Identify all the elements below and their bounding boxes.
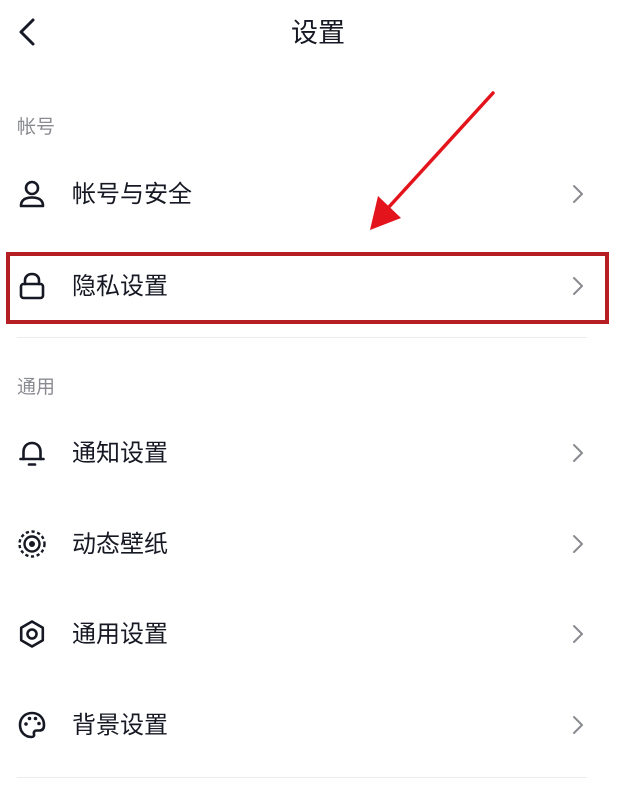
bell-icon [17, 438, 47, 468]
section-divider [17, 337, 587, 338]
settings-item-label: 动态壁纸 [72, 530, 168, 558]
settings-item-label: 背景设置 [72, 711, 168, 739]
settings-item-notifications[interactable]: 通知设置 [0, 421, 608, 485]
settings-item-account-security[interactable]: 帐号与安全 [0, 162, 608, 226]
palette-icon [17, 710, 47, 740]
section-label-general: 通用 [17, 376, 56, 398]
live-wallpaper-icon [17, 529, 47, 559]
chevron-right-icon [566, 441, 590, 465]
back-button[interactable] [6, 12, 50, 56]
settings-item-privacy[interactable]: 隐私设置 [0, 254, 608, 318]
chevron-right-icon [566, 182, 590, 206]
chevron-right-icon [566, 713, 590, 737]
chevron-left-icon [13, 17, 43, 51]
chevron-right-icon [566, 274, 590, 298]
settings-item-live-wallpaper[interactable]: 动态壁纸 [0, 512, 608, 576]
settings-item-label: 通知设置 [72, 439, 168, 467]
section-divider [17, 777, 587, 778]
settings-item-label: 通用设置 [72, 620, 168, 648]
settings-item-label: 帐号与安全 [72, 180, 192, 208]
user-icon [17, 179, 47, 209]
chevron-right-icon [566, 532, 590, 556]
page-title: 设置 [291, 18, 345, 49]
header: 设置 [0, 0, 636, 72]
lock-icon [17, 271, 47, 301]
settings-item-background[interactable]: 背景设置 [0, 693, 608, 757]
settings-item-general[interactable]: 通用设置 [0, 602, 608, 666]
annotation-arrow [370, 91, 495, 230]
gear-icon [17, 619, 47, 649]
settings-item-label: 隐私设置 [72, 272, 168, 300]
chevron-right-icon [566, 622, 590, 646]
section-label-account: 帐号 [17, 116, 56, 138]
